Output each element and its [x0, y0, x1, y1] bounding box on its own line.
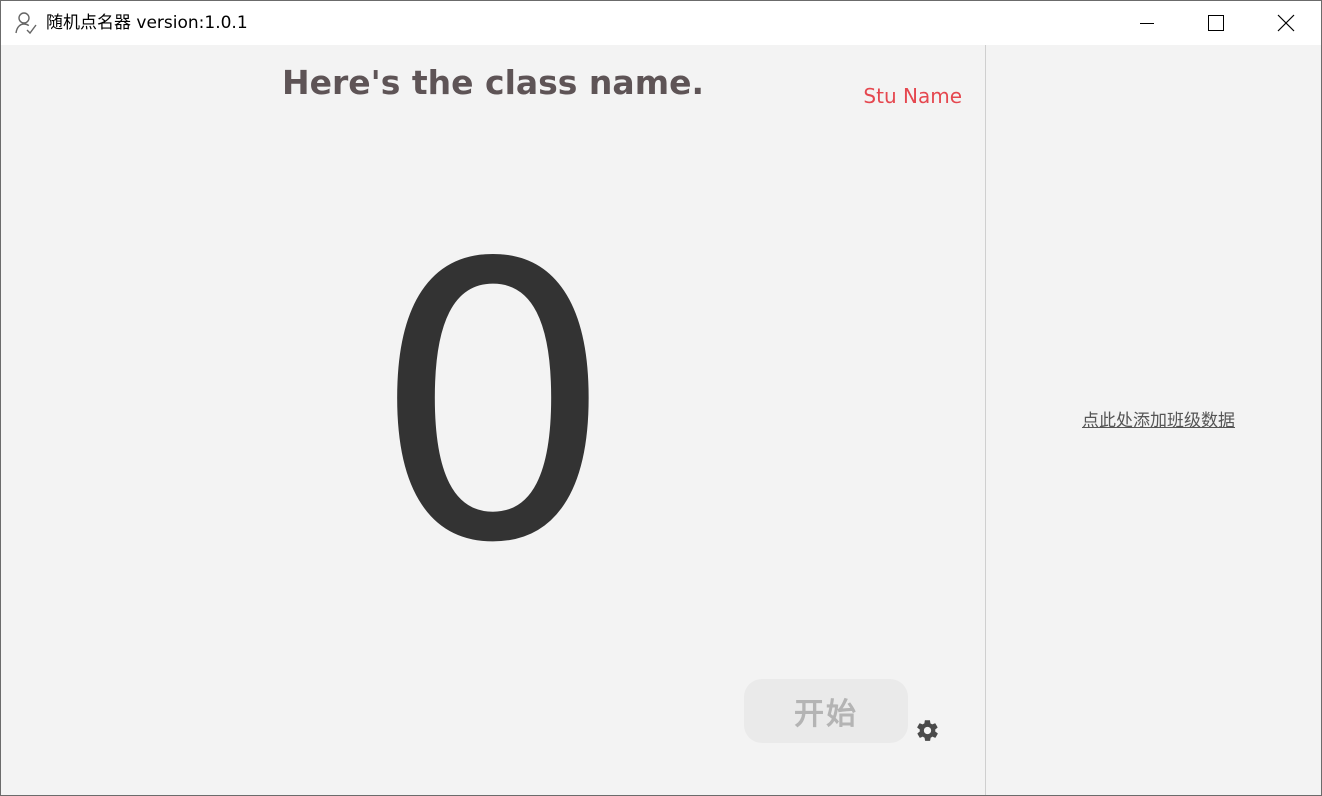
- side-panel: 点此处添加班级数据: [986, 45, 1321, 795]
- minimize-icon: [1139, 15, 1155, 31]
- person-check-icon: [14, 11, 38, 35]
- close-icon: [1277, 14, 1295, 32]
- maximize-icon: [1208, 15, 1224, 31]
- app-window: 随机点名器 version:1.0.1 Here's the class nam…: [0, 0, 1322, 796]
- close-button[interactable]: [1252, 1, 1320, 45]
- class-name-title: Here's the class name.: [281, 63, 704, 102]
- title-bar[interactable]: 随机点名器 version:1.0.1: [1, 1, 1321, 45]
- gear-icon[interactable]: [915, 718, 940, 743]
- add-class-data-link[interactable]: 点此处添加班级数据: [986, 409, 1321, 433]
- student-name-label: Stu Name: [863, 84, 962, 108]
- minimize-button[interactable]: [1113, 1, 1181, 45]
- current-number-display: 0: [372, 183, 614, 626]
- window-title: 随机点名器 version:1.0.1: [46, 13, 248, 33]
- start-button[interactable]: 开始: [744, 679, 908, 743]
- maximize-button[interactable]: [1182, 1, 1250, 45]
- main-panel: Here's the class name. Stu Name 0 开始: [1, 45, 985, 795]
